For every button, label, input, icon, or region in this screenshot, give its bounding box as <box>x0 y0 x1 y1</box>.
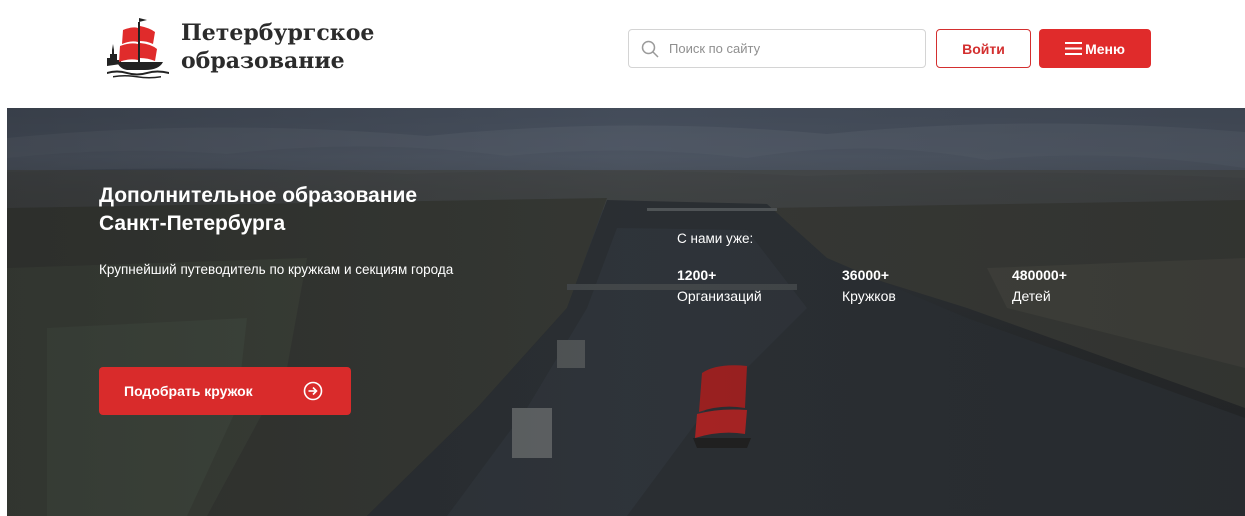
menu-button[interactable]: Меню <box>1039 29 1151 68</box>
hero-banner: Дополнительное образование Санкт-Петербу… <box>7 108 1245 516</box>
stat-value: 36000+ <box>842 267 890 283</box>
logo-line2: образование <box>181 48 345 74</box>
stat-label: Организаций <box>677 288 762 304</box>
stat-clubs: 36000+ Кружков <box>842 266 896 306</box>
site-logo[interactable]: Петербургское образование <box>103 14 374 80</box>
hero-title-line1: Дополнительное образование <box>99 184 418 207</box>
stats-label: С нами уже: <box>677 231 754 246</box>
stat-organizations: 1200+ Организаций <box>677 266 762 306</box>
arrow-right-circle-icon <box>303 381 323 401</box>
hero-title-line2: Санкт-Петербурга <box>99 212 286 235</box>
find-club-button-label: Подобрать кружок <box>124 383 253 399</box>
hero-subtitle: Крупнейший путеводитель по кружкам и сек… <box>99 262 454 277</box>
login-button[interactable]: Войти <box>936 29 1031 68</box>
stat-children: 480000+ Детей <box>1012 266 1067 306</box>
stat-value: 480000+ <box>1012 267 1067 283</box>
find-club-button[interactable]: Подобрать кружок <box>99 367 351 415</box>
search-box <box>628 29 926 68</box>
search-icon <box>641 40 659 58</box>
sailing-ship-logo-icon <box>107 18 169 79</box>
stat-label: Кружков <box>842 288 896 304</box>
hero-title: Дополнительное образование Санкт-Петербу… <box>99 182 519 238</box>
site-header: Петербургское образование Войти Меню <box>0 0 1245 108</box>
menu-button-label: Меню <box>1085 40 1125 57</box>
logo-line1: Петербургское <box>181 20 375 46</box>
hamburger-menu-icon <box>1065 42 1083 55</box>
logo-text: Петербургское образование <box>181 19 374 75</box>
stat-label: Детей <box>1012 288 1051 304</box>
hero-overlay <box>7 108 1245 516</box>
search-input[interactable] <box>669 41 919 56</box>
stat-value: 1200+ <box>677 267 717 283</box>
